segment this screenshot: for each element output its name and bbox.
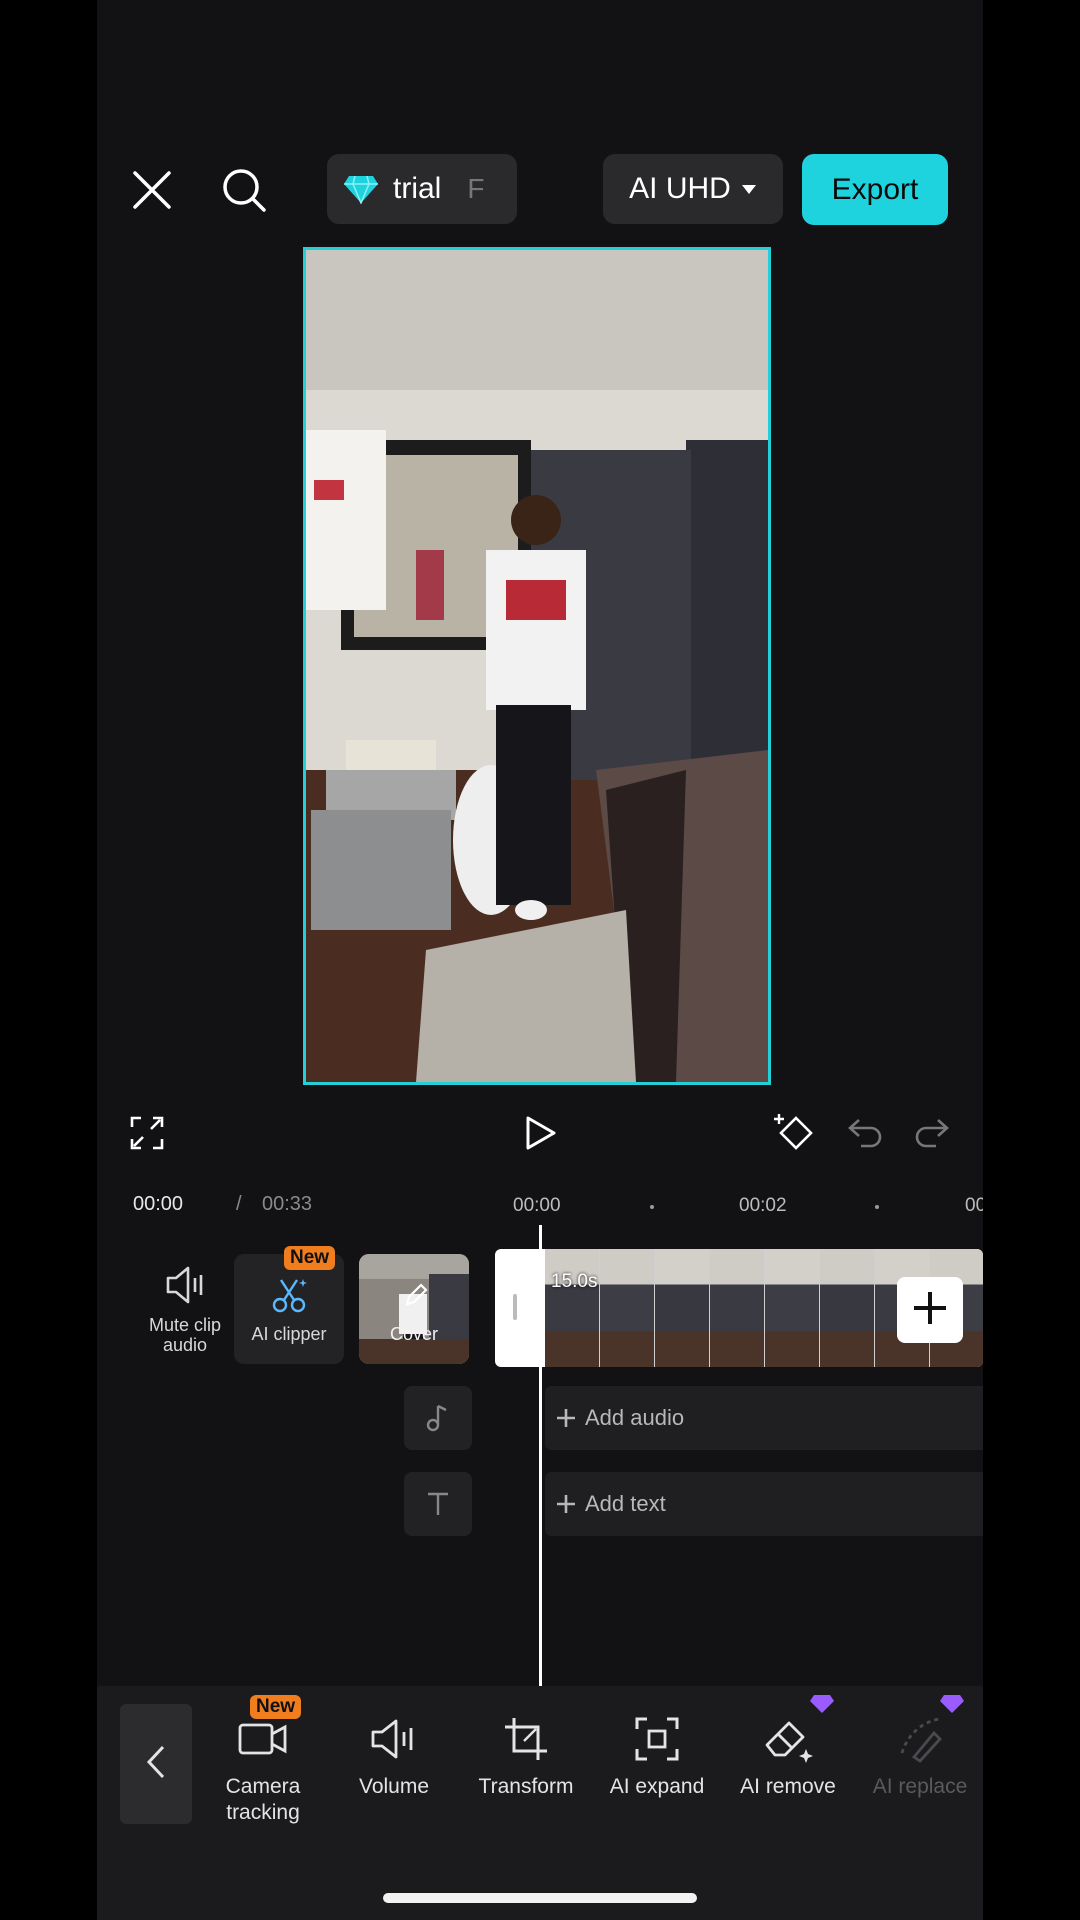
- ai-remove-label: AI remove: [740, 1775, 836, 1798]
- video-frame-image: [306, 250, 768, 1082]
- home-indicator[interactable]: [383, 1893, 697, 1903]
- expand-icon: [634, 1712, 680, 1766]
- clip-frame: [710, 1249, 765, 1367]
- trial-label: trial: [393, 172, 442, 205]
- ai-clipper-label: AI clipper: [251, 1324, 327, 1344]
- eraser-icon: [761, 1712, 815, 1766]
- current-time: 00:00: [133, 1193, 184, 1215]
- ai-clipper-button[interactable]: AI clipper: [234, 1254, 344, 1364]
- brush-sparkle-icon: [894, 1712, 946, 1766]
- plus-icon: [555, 1493, 577, 1515]
- add-clip-button[interactable]: [897, 1277, 963, 1343]
- plus-icon: [911, 1289, 949, 1332]
- speaker-icon: [164, 1265, 206, 1309]
- speaker-icon: [369, 1712, 419, 1766]
- clip-frame: [655, 1249, 710, 1367]
- clip-trim-handle[interactable]: [513, 1294, 517, 1320]
- trial-extra: F: [467, 173, 485, 204]
- ai-clipper-content: AI clipper: [234, 1276, 344, 1344]
- ai-replace-label: AI replace: [872, 1775, 968, 1798]
- new-badge: New: [284, 1246, 336, 1270]
- clip-frame: [765, 1249, 820, 1367]
- clip-frame: [820, 1249, 875, 1367]
- add-audio-label: Add audio: [585, 1405, 685, 1430]
- undo-icon[interactable]: [845, 1113, 885, 1153]
- editor-screen: trial F AI UHD Export 00:00 / 00:33 00:0…: [97, 0, 983, 1920]
- mute-clip-audio-label: Mute clip audio: [148, 1315, 222, 1355]
- close-icon[interactable]: [127, 165, 177, 215]
- mute-clip-audio-button[interactable]: Mute clip audio: [125, 1265, 245, 1355]
- search-icon[interactable]: [217, 163, 271, 217]
- ai-remove-tool[interactable]: AI remove: [728, 1712, 848, 1800]
- ruler-label: 00:02: [739, 1195, 787, 1216]
- ruler-dot: [875, 1205, 879, 1209]
- back-button[interactable]: [120, 1704, 192, 1824]
- chevron-left-icon: [145, 1744, 167, 1785]
- ruler-label: 00: [965, 1195, 983, 1216]
- trial-badge[interactable]: trial F: [327, 154, 517, 224]
- audio-track-icon[interactable]: [404, 1386, 472, 1450]
- redo-icon[interactable]: [912, 1113, 952, 1153]
- diamond-icon: [343, 174, 379, 204]
- clip-frame: [600, 1249, 655, 1367]
- clip-frame: [545, 1249, 600, 1367]
- camera-tracking-tool[interactable]: Camera tracking: [203, 1712, 323, 1826]
- ruler-dot: [650, 1205, 654, 1209]
- time-separator: /: [236, 1193, 242, 1215]
- transform-tool[interactable]: Transform: [466, 1712, 586, 1800]
- keyframe-add-icon[interactable]: [773, 1110, 819, 1156]
- export-button[interactable]: Export: [802, 154, 948, 225]
- caret-down-icon: [741, 183, 757, 195]
- ai-replace-tool[interactable]: AI replace: [860, 1712, 980, 1800]
- text-track-icon[interactable]: [404, 1472, 472, 1536]
- add-text-track[interactable]: Add text: [545, 1472, 983, 1536]
- add-audio-track[interactable]: Add audio: [545, 1386, 983, 1450]
- video-preview[interactable]: [303, 247, 771, 1085]
- pro-diamond-icon: [939, 1694, 965, 1719]
- cover-label: Cover: [389, 1324, 438, 1344]
- total-time: 00:33: [262, 1193, 313, 1215]
- cover-button[interactable]: Cover: [359, 1254, 469, 1364]
- fullscreen-icon[interactable]: [127, 1113, 167, 1153]
- camera-tracking-label: Camera tracking: [225, 1775, 301, 1824]
- ai-expand-label: AI expand: [609, 1775, 705, 1798]
- play-icon[interactable]: [521, 1113, 561, 1153]
- ruler-label: 00:00: [513, 1195, 561, 1216]
- pro-diamond-icon: [809, 1694, 835, 1719]
- playhead[interactable]: [539, 1225, 542, 1686]
- transform-label: Transform: [478, 1775, 574, 1798]
- quality-label: AI UHD: [629, 172, 731, 205]
- volume-label: Volume: [358, 1775, 430, 1798]
- crop-icon: [502, 1712, 550, 1766]
- scissors-icon: [269, 1276, 309, 1318]
- clip-duration: 15.0s: [551, 1271, 598, 1292]
- add-text-label: Add text: [585, 1491, 666, 1516]
- volume-tool[interactable]: Volume: [334, 1712, 454, 1800]
- plus-icon: [555, 1407, 577, 1429]
- ai-expand-tool[interactable]: AI expand: [597, 1712, 717, 1800]
- camera-icon: [237, 1712, 289, 1766]
- edit-pencil-icon: [403, 1282, 429, 1313]
- quality-dropdown[interactable]: AI UHD: [603, 154, 783, 224]
- new-badge: New: [250, 1695, 302, 1719]
